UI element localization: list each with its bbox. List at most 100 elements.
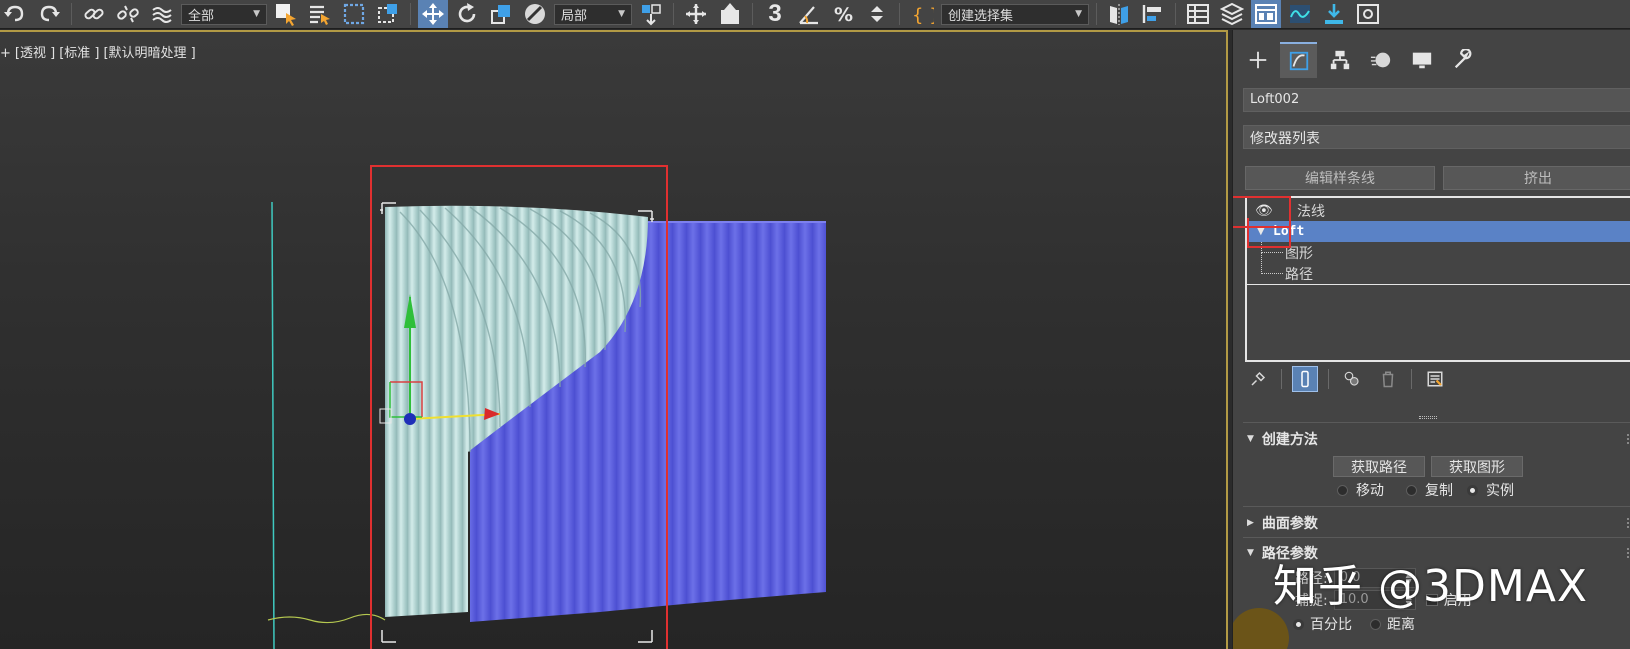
extrude-button[interactable]: 挤出 [1443,166,1630,190]
remove-modifier-icon[interactable] [1375,366,1401,392]
viewport-scene [267,165,826,649]
radio-copy[interactable] [1406,484,1417,496]
layer-explorer-icon[interactable] [1217,0,1247,28]
modifier-stack: 👁 法线 ▼ Loft 图形 路径 [1245,196,1630,362]
radio-instance[interactable] [1467,484,1478,496]
stack-item-path[interactable]: 路径 [1247,253,1630,284]
radio-distance[interactable] [1370,618,1381,630]
named-selection-dropdown[interactable]: 创建选择集 ▼ [941,3,1089,25]
show-end-result-icon[interactable] [1292,366,1318,392]
radio-instance-label: 实例 [1486,483,1514,499]
radio-move-label: 移动 [1356,483,1384,499]
reference-coord-dropdown[interactable]: 局部 ▼ [554,3,632,25]
modify-tab-icon[interactable] [1280,42,1317,78]
undo-icon[interactable] [0,0,30,28]
radio-percentage-label: 百分比 [1310,617,1352,633]
move-icon[interactable] [418,0,448,28]
mirror-icon[interactable] [1104,0,1134,28]
percent-snap-icon[interactable]: % [828,0,858,28]
toolbar-separator [899,3,900,25]
toolbar-separator [673,3,674,25]
window-crossing-icon[interactable] [373,0,403,28]
create-tab-icon[interactable] [1239,42,1276,78]
rollout-surface-params[interactable]: ▶ 曲面参数 [1247,513,1318,533]
align-icon[interactable] [1138,0,1168,28]
bind-space-warp-icon[interactable] [147,0,177,28]
select-by-name-icon[interactable] [305,0,335,28]
get-shape-button[interactable]: 获取图形 [1431,456,1523,477]
chevron-down-icon: ▼ [253,9,260,19]
curve-editor-icon[interactable] [1285,0,1315,28]
stack-item-label: 法线 [1297,203,1325,220]
radio-copy-label: 复制 [1425,483,1453,499]
ribbon-toggle-icon[interactable] [1251,0,1281,28]
svg-text:%: % [834,4,853,26]
get-path-button[interactable]: 获取路径 [1333,456,1425,477]
toolbar-separator [410,3,411,25]
link-icon[interactable] [79,0,109,28]
selection-filter-value: 全部 [188,8,215,24]
main-toolbar: 全部 ▼ 局部 ▼ 3 % { } 创建选择集 ▼ [0,0,1630,29]
stack-item-normal[interactable]: 👁 法线 [1247,200,1630,221]
rotate-icon[interactable] [452,0,482,28]
expand-triangle-icon: ▶ [1247,518,1254,528]
rendered-frame-icon[interactable] [1353,0,1383,28]
placement-icon[interactable] [520,0,550,28]
object-name-field[interactable]: Loft002 [1243,88,1630,112]
reference-coord-value: 局部 [561,8,588,24]
make-unique-icon[interactable] [1339,366,1365,392]
toolbar-separator [71,3,72,25]
rect-selection-region-icon[interactable] [339,0,369,28]
pin-stack-icon[interactable] [1245,366,1271,392]
collapse-triangle-icon: ▼ [1247,548,1254,558]
radio-distance-label: 距离 [1387,617,1415,633]
edit-spline-button[interactable]: 编辑样条线 [1245,166,1435,190]
select-object-icon[interactable] [271,0,301,28]
display-tab-icon[interactable] [1403,42,1440,78]
angle-snap-icon[interactable] [794,0,824,28]
selection-filter-dropdown[interactable]: 全部 ▼ [181,3,267,25]
rollout-title: 曲面参数 [1261,516,1318,532]
creation-mode-radios: 移动 复制 实例 [1337,480,1514,500]
toolbar-separator [1175,3,1176,25]
radio-percentage[interactable] [1293,618,1304,630]
avatar [1233,608,1289,649]
spinner-snap-icon[interactable] [862,0,892,28]
pivot-center-icon[interactable] [636,0,666,28]
toolbar-separator [752,3,753,25]
scale-icon[interactable] [486,0,516,28]
modifier-list-dropdown[interactable]: 修改器列表 [1243,125,1630,149]
render-setup-icon[interactable] [1319,0,1349,28]
path-spline-line[interactable] [271,201,275,649]
select-manipulate-icon[interactable] [681,0,711,28]
keyboard-shortcut-icon[interactable] [715,0,745,28]
path-mode-radios: 百分比 距离 [1293,614,1415,634]
chevron-down-icon: ▼ [618,9,625,19]
named-selection-value: 创建选择集 [948,8,1014,24]
unlink-icon[interactable] [113,0,143,28]
snap-toggle-label: 3 [768,0,782,27]
utilities-tab-icon[interactable] [1444,42,1481,78]
rollout-creation-method[interactable]: ▼ 创建方法 [1247,429,1318,449]
configure-modifier-sets-icon[interactable] [1422,366,1448,392]
modifier-buttons: 编辑样条线 挤出 [1245,166,1630,190]
svg-text:{ }: { } [912,5,934,26]
rollout-title: 创建方法 [1261,432,1318,448]
stack-item-loft[interactable]: ▼ Loft [1247,221,1630,242]
collapse-triangle-icon: ▼ [1247,434,1254,444]
radio-move[interactable] [1337,484,1348,496]
hierarchy-tab-icon[interactable] [1321,42,1358,78]
motion-tab-icon[interactable] [1362,42,1399,78]
command-panel-tabs [1233,42,1481,78]
edit-named-sets-icon[interactable]: { } [907,0,937,28]
perspective-viewport[interactable]: + [透视 ] [标准 ] [默认明暗处理 ] [0,30,1228,649]
scene-explorer-icon[interactable] [1183,0,1213,28]
watermark-text: 知乎 @3DMAX [1273,561,1589,612]
toolbar-separator [1096,3,1097,25]
highlight-loft-box-lower [1247,218,1291,248]
redo-icon[interactable] [34,0,64,28]
panel-resize-grip[interactable] [1419,416,1437,419]
stack-item-shape[interactable]: 图形 [1247,242,1630,263]
snap-toggle-icon[interactable]: 3 [760,0,790,28]
stack-toolbar [1245,366,1448,392]
